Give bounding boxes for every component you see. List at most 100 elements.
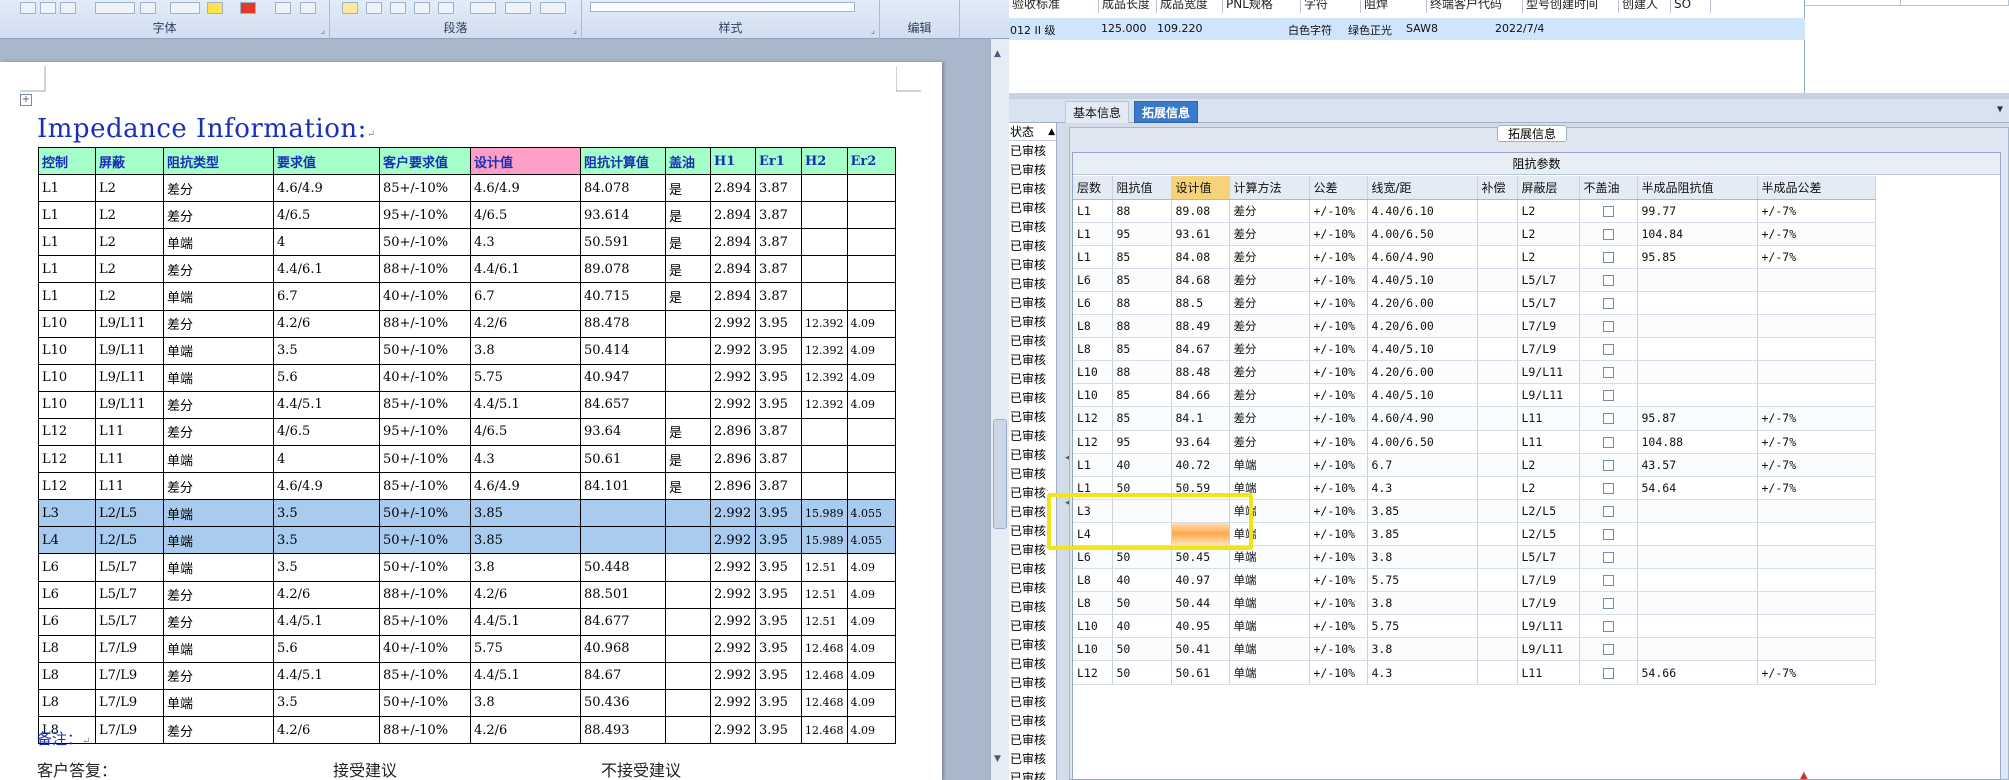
scroll-thumb[interactable] bbox=[993, 419, 1007, 529]
table-cell[interactable]: L6 bbox=[38, 553, 96, 582]
table-cell[interactable]: L9/L11 bbox=[95, 390, 164, 419]
no-cover-oil-checkbox[interactable] bbox=[1579, 591, 1638, 616]
table-cell[interactable]: 3.87 bbox=[755, 472, 802, 501]
table-cell[interactable] bbox=[580, 526, 666, 555]
grid-cell[interactable]: +/-10% bbox=[1309, 383, 1368, 408]
grid-cell[interactable]: 3.8 bbox=[1367, 591, 1478, 616]
grid-row[interactable]: L8 85 84.67 差分 +/-10% 4.40/5.10 L7/L9 bbox=[1073, 337, 1876, 362]
table-cell[interactable] bbox=[846, 228, 896, 257]
table-cell[interactable]: 2.992 bbox=[710, 336, 756, 365]
table-cell[interactable] bbox=[801, 282, 848, 311]
grid-cell[interactable]: 6.7 bbox=[1367, 453, 1478, 477]
checkbox[interactable] bbox=[1602, 459, 1614, 471]
table-cell[interactable]: 50+/-10% bbox=[379, 526, 471, 555]
table-cell[interactable] bbox=[665, 363, 711, 392]
grid-cell[interactable] bbox=[1757, 568, 1876, 593]
grid-cell[interactable]: +/-7% bbox=[1757, 476, 1876, 500]
grid-cell[interactable]: 4.40/5.10 bbox=[1367, 337, 1478, 362]
grid-cell[interactable]: L12 bbox=[1073, 660, 1113, 685]
checkbox[interactable] bbox=[1602, 205, 1614, 217]
table-cell[interactable]: 88.493 bbox=[580, 715, 666, 745]
col-header[interactable]: 成品宽度 bbox=[1157, 0, 1223, 13]
case-button[interactable] bbox=[170, 2, 200, 14]
grid-row[interactable]: L6 85 84.68 差分 +/-10% 4.40/5.10 L5/L7 bbox=[1073, 268, 1876, 292]
grid-cell[interactable]: 4.00/6.50 bbox=[1367, 222, 1478, 246]
grid-cell[interactable]: 40.95 bbox=[1171, 614, 1230, 639]
grid-cell[interactable]: 84.67 bbox=[1171, 337, 1230, 362]
grid-cell[interactable]: L2 bbox=[1517, 245, 1580, 269]
grid-cell[interactable]: +/-10% bbox=[1309, 522, 1368, 547]
grid-cell[interactable]: 3.8 bbox=[1367, 637, 1478, 662]
table-cell[interactable]: 40.968 bbox=[580, 634, 666, 663]
grid-cell[interactable] bbox=[1477, 522, 1518, 547]
table-cell[interactable]: 12.392 bbox=[801, 309, 848, 338]
grid-cell[interactable]: L11 bbox=[1517, 430, 1580, 454]
grid-cell[interactable]: L9/L11 bbox=[1517, 360, 1580, 385]
grid-cell[interactable] bbox=[1637, 499, 1758, 523]
table-cell[interactable]: 3.87 bbox=[755, 417, 802, 447]
table-cell[interactable]: L1 bbox=[38, 255, 96, 284]
table-cell[interactable]: 3.95 bbox=[755, 336, 802, 365]
grid-column-header[interactable]: 线宽/距 bbox=[1367, 176, 1478, 200]
table-cell[interactable]: 4.09 bbox=[846, 688, 896, 717]
grid-cell[interactable] bbox=[1637, 568, 1758, 593]
grid-cell[interactable] bbox=[1757, 614, 1876, 639]
no-cover-oil-checkbox[interactable] bbox=[1579, 660, 1638, 685]
grid-cell[interactable]: +/-10% bbox=[1309, 453, 1368, 477]
table-cell[interactable]: L7/L9 bbox=[95, 634, 164, 663]
status-item[interactable]: 已审核 bbox=[1009, 769, 1046, 780]
table-cell[interactable]: 50+/-10% bbox=[379, 499, 471, 528]
table-row[interactable]: L8 L7/L9 单端 3.5 50+/-10% 3.8 50.436 2.992 3.95 12… bbox=[38, 688, 896, 717]
status-item[interactable]: 已审核 bbox=[1009, 161, 1046, 180]
grid-cell[interactable]: +/-10% bbox=[1309, 199, 1368, 223]
grid-cell[interactable]: L12 bbox=[1073, 406, 1113, 431]
status-item[interactable]: 已审核 bbox=[1009, 560, 1046, 579]
table-cell[interactable] bbox=[665, 715, 711, 745]
table-cell[interactable]: 3.95 bbox=[755, 553, 802, 582]
no-cover-oil-checkbox[interactable] bbox=[1579, 383, 1638, 408]
table-cell[interactable]: 2.894 bbox=[710, 201, 756, 230]
status-item[interactable]: 已审核 bbox=[1009, 503, 1046, 522]
col-header[interactable]: 字符 bbox=[1301, 0, 1361, 13]
grid-row[interactable]: L12 95 93.64 差分 +/-10% 4.00/6.50 L11 104.88 +/-7… bbox=[1073, 430, 1876, 454]
grid-cell[interactable]: 4.3 bbox=[1367, 476, 1478, 500]
table-cell[interactable] bbox=[846, 445, 896, 474]
grid-cell[interactable]: L1 bbox=[1073, 245, 1113, 269]
table-cell[interactable]: 3.95 bbox=[755, 526, 802, 555]
no-cover-oil-checkbox[interactable] bbox=[1579, 637, 1638, 662]
grid-cell[interactable]: +/-10% bbox=[1309, 476, 1368, 500]
table-cell[interactable]: 12.468 bbox=[801, 634, 848, 663]
table-cell[interactable]: 4.2/6 bbox=[470, 580, 581, 609]
table-cell[interactable]: 5.75 bbox=[470, 363, 581, 392]
status-item[interactable]: 已审核 bbox=[1009, 332, 1046, 351]
grid-cell[interactable] bbox=[1637, 614, 1758, 639]
table-cell[interactable]: 单端 bbox=[163, 445, 274, 474]
grid-column-header[interactable]: 计算方法 bbox=[1229, 176, 1310, 200]
grid-cell[interactable]: L6 bbox=[1073, 268, 1113, 292]
grid-cell[interactable]: +/-10% bbox=[1309, 499, 1368, 523]
table-cell[interactable]: 3.95 bbox=[755, 661, 802, 690]
grid-cell[interactable]: 4.60/4.90 bbox=[1367, 406, 1478, 431]
col-header[interactable]: 成品长度 bbox=[1099, 0, 1157, 13]
table-row[interactable]: L12 L11 差分 4/6.5 95+/-10% 4/6.5 93.64 是 2.896 3.8… bbox=[38, 417, 896, 447]
table-cell[interactable]: 2.896 bbox=[710, 417, 756, 447]
table-cell[interactable]: 4.6/4.9 bbox=[470, 174, 581, 203]
table-row[interactable]: L1 L2 差分 4.4/6.1 88+/-10% 4.4/6.1 89.078 是 2.894… bbox=[38, 255, 896, 284]
grid-cell[interactable]: 88.49 bbox=[1171, 314, 1230, 339]
grid-cell[interactable]: 84.08 bbox=[1171, 245, 1230, 269]
grid-cell[interactable] bbox=[1477, 591, 1518, 616]
table-cell[interactable]: 4.6/4.9 bbox=[273, 472, 380, 501]
grid-cell[interactable]: L2 bbox=[1517, 453, 1580, 477]
grid-cell[interactable]: 3.85 bbox=[1367, 499, 1478, 523]
status-item[interactable]: 已审核 bbox=[1009, 408, 1046, 427]
table-cell[interactable]: 4/6.5 bbox=[470, 201, 581, 230]
table-cell[interactable]: 4.2/6 bbox=[273, 309, 380, 338]
grid-column-header[interactable]: 半成品阻抗值 bbox=[1637, 176, 1758, 200]
grid-cell[interactable] bbox=[1757, 383, 1876, 408]
dialog-launcher-icon[interactable]: ⌟ bbox=[573, 26, 577, 36]
grid-cell[interactable]: 50 bbox=[1112, 637, 1172, 662]
grid-cell[interactable]: +/-7% bbox=[1757, 430, 1876, 454]
scroll-up-icon[interactable]: ▲ bbox=[994, 49, 1001, 59]
table-row[interactable]: L12 L11 单端 4 50+/-10% 4.3 50.61 是 2.896 3.87 bbox=[38, 445, 896, 474]
table-cell[interactable]: 6.7 bbox=[470, 282, 581, 311]
